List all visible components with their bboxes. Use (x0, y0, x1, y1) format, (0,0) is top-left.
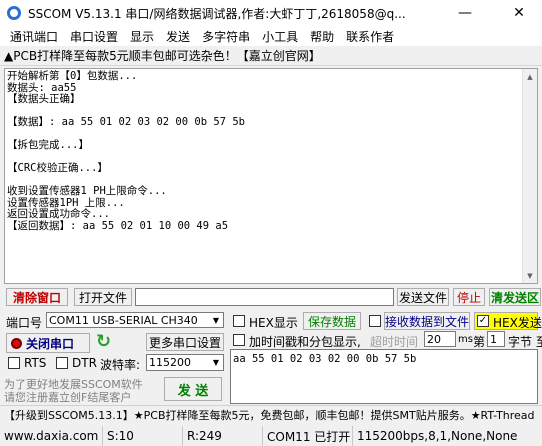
send-file-button[interactable]: 发送文件 (397, 288, 449, 306)
status-received-count: R:249 (182, 426, 262, 446)
send-data-text: aa 55 01 02 03 02 00 0b 57 5b (233, 353, 417, 365)
close-port-label: 关闭串口 (26, 336, 75, 351)
menu-multi-string[interactable]: 多字符串 (196, 28, 256, 45)
receive-line: 返回设置成功命令... (7, 208, 110, 220)
menu-bar: 通讯端口 串口设置 显示 发送 多字符串 小工具 帮助 联系作者 (0, 26, 542, 46)
scroll-down-icon[interactable]: ▼ (523, 268, 537, 283)
baud-label: 波特率: (100, 358, 141, 372)
dtr-label: DTR (72, 356, 97, 370)
menu-display[interactable]: 显示 (124, 28, 160, 45)
receive-line: 收到设置传感器1 PH上限命令... (7, 185, 167, 197)
file-path-input[interactable] (135, 288, 394, 306)
hex-display-checkbox[interactable] (233, 315, 245, 327)
receive-window[interactable]: 开始解析第【0】包数据... 数据头: aa55 【数据头正确】 【数据】: a… (4, 68, 538, 284)
hex-send-checkbox[interactable]: ✓ (477, 315, 489, 327)
hex-send-label: HEX发送 (493, 316, 542, 330)
open-file-button[interactable]: 打开文件 (74, 288, 132, 306)
stop-button[interactable]: 停止 (453, 288, 485, 306)
menu-serial-settings[interactable]: 串口设置 (64, 28, 124, 45)
status-bar: www.daxia.com S:10 R:249 COM11 已打开 11520… (0, 426, 542, 446)
scroll-up-icon[interactable]: ▲ (523, 69, 537, 84)
ad-banner[interactable]: ▲PCB打样降至每款5元顺丰包邮可选杂色！【嘉立创官网】 (0, 46, 542, 66)
close-port-button[interactable]: 关闭串口 (6, 333, 90, 353)
byte-label: 字节 至 (508, 335, 542, 349)
clear-window-button[interactable]: 清除窗口 (6, 288, 68, 306)
timeout-label: 超时时间 (370, 335, 419, 349)
port-status-icon (11, 337, 22, 349)
receive-line: 【拆包完成...】 (7, 139, 89, 151)
receive-text: 开始解析第【0】包数据... 数据头: aa55 【数据头正确】 【数据】: a… (7, 70, 245, 232)
baud-select[interactable]: 115200 ▼ (146, 354, 224, 371)
status-port-state: COM11 已打开 (262, 426, 352, 446)
status-port-params: 115200bps,8,1,None,None (352, 426, 542, 446)
port-label: 端口号 (6, 316, 43, 330)
more-serial-settings-button[interactable]: 更多串口设置 (146, 333, 224, 351)
hex-display-label: HEX显示 (249, 316, 298, 330)
receive-line: 【数据头正确】 (7, 93, 81, 105)
send-button[interactable]: 发 送 (164, 377, 222, 401)
close-button[interactable]: ✕ (496, 0, 542, 26)
port-select[interactable]: COM11 USB-SERIAL CH340 ▼ (46, 312, 224, 328)
minimize-button[interactable]: — (442, 0, 488, 26)
receive-scrollbar[interactable]: ▲ ▼ (522, 69, 537, 283)
clear-send-button[interactable]: 清发送区 (489, 288, 541, 306)
status-website[interactable]: www.daxia.com (0, 426, 102, 446)
recv-to-file-checkbox[interactable] (369, 315, 381, 327)
menu-contact-author[interactable]: 联系作者 (340, 28, 400, 45)
port-select-value: COM11 USB-SERIAL CH340 (49, 313, 198, 327)
window-title: SSCOM V5.13.1 串口/网络数据调试器,作者:大虾丁丁,2618058… (28, 6, 406, 21)
timeout-unit: ms (458, 334, 473, 345)
menu-help[interactable]: 帮助 (304, 28, 340, 45)
menu-comm-port[interactable]: 通讯端口 (4, 28, 64, 45)
chevron-down-icon[interactable]: ▼ (209, 313, 223, 327)
rts-label: RTS (24, 356, 47, 370)
status-sent-count: S:10 (102, 426, 182, 446)
promo-bar[interactable]: 【升级到SSCOM5.13.1】★PCB打样降至每款5元，免费包邮，顺丰包邮！提… (0, 405, 542, 423)
recv-to-file-button[interactable]: 接收数据到文件 (384, 312, 470, 330)
receive-line: 【返回数据】: aa 55 02 01 10 00 49 a5 (7, 219, 229, 232)
nth-byte-input[interactable]: 1 (487, 331, 505, 347)
chevron-down-icon[interactable]: ▼ (209, 355, 223, 370)
app-icon (6, 5, 22, 21)
title-bar: SSCOM V5.13.1 串口/网络数据调试器,作者:大虾丁丁,2618058… (0, 0, 542, 26)
timestamp-checkbox[interactable] (233, 334, 245, 346)
hex-send-toggle[interactable]: ✓ HEX发送 (474, 312, 542, 330)
nth-label: 第 (473, 335, 486, 349)
menu-tools[interactable]: 小工具 (256, 28, 304, 45)
dtr-checkbox[interactable] (56, 357, 68, 369)
timeout-input[interactable]: 20 (424, 331, 456, 347)
receive-line: 【数据】: aa 55 01 02 03 02 00 0b 57 5b (7, 116, 245, 128)
register-promo-line2[interactable]: 请您注册嘉立创F结尾客户 (4, 389, 131, 405)
receive-line: 开始解析第【0】包数据... (7, 70, 138, 82)
save-data-button[interactable]: 保存数据 (303, 312, 361, 330)
timestamp-label: 加时间戳和分包显示, (249, 335, 361, 349)
baud-select-value: 115200 (149, 356, 191, 369)
menu-send[interactable]: 发送 (160, 28, 196, 45)
refresh-icon[interactable]: ↻ (96, 331, 111, 352)
receive-line: 【CRC校验正确...】 (7, 162, 108, 174)
rts-checkbox[interactable] (8, 357, 20, 369)
send-data-input[interactable]: aa 55 01 02 03 02 00 0b 57 5b (230, 349, 538, 404)
